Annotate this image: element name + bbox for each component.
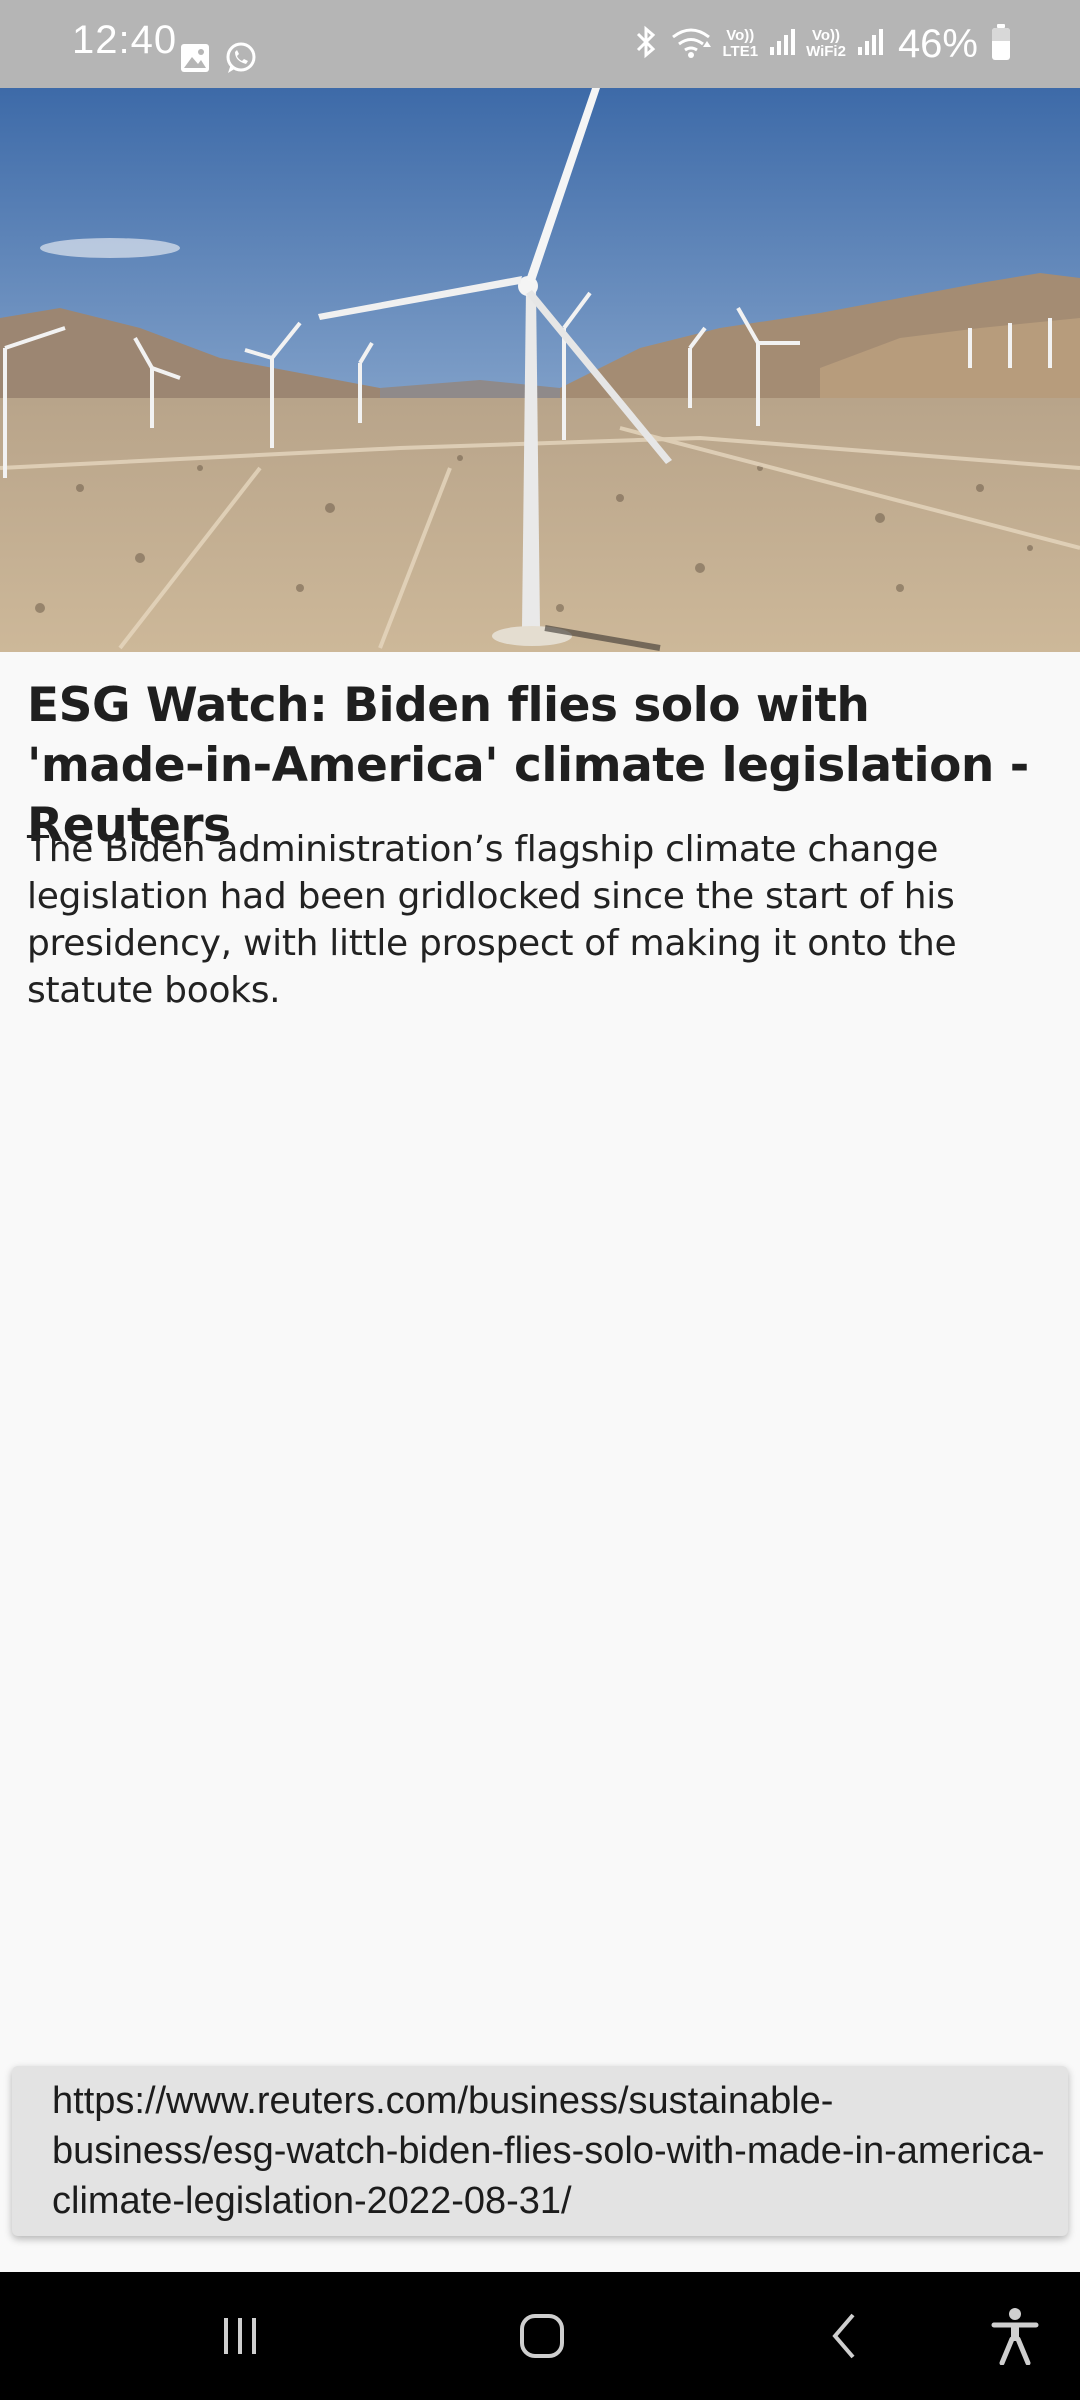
network-1-type: LTE1 [722, 43, 759, 60]
navigation-bar [0, 2272, 1080, 2400]
accessibility-button[interactable] [975, 2272, 1055, 2400]
signal-icon [768, 27, 796, 62]
network-2-type: WiFi2 [806, 43, 846, 60]
recent-apps-button[interactable] [200, 2272, 280, 2400]
recent-apps-icon [224, 2318, 256, 2354]
whatsapp-icon [224, 41, 258, 80]
url-card[interactable]: https://www.reuters.com/business/sustain… [12, 2066, 1068, 2236]
signal-icon [856, 27, 884, 62]
network-2-voice: Vo)) [811, 27, 841, 44]
bluetooth-icon [633, 25, 659, 64]
status-time: 12:40 [72, 18, 178, 62]
wifi-icon [669, 25, 713, 64]
back-icon [832, 2313, 855, 2359]
article-image[interactable] [0, 88, 1080, 652]
network-1-voice: Vo)) [726, 27, 755, 44]
battery-percent: 46% [897, 21, 978, 66]
article-summary: The Biden administration’s flagship clim… [27, 829, 957, 1011]
image-icon [180, 43, 210, 78]
network-label-1: Vo)) LTE1 [723, 28, 759, 60]
status-bar: 12:40 Vo)) LTE1 Vo)) WiFi2 46% [0, 0, 1080, 88]
article-url[interactable]: https://www.reuters.com/business/sustain… [52, 2076, 1052, 2226]
system-status-icons: Vo)) LTE1 Vo)) WiFi2 46% [633, 20, 1010, 68]
network-label-2: Vo)) WiFi2 [806, 28, 846, 60]
home-icon [520, 2314, 564, 2358]
back-button[interactable] [805, 2272, 885, 2400]
notification-icons [180, 40, 258, 80]
battery-icon [992, 24, 1010, 60]
accessibility-icon [991, 2308, 1039, 2365]
home-button[interactable] [500, 2272, 584, 2400]
